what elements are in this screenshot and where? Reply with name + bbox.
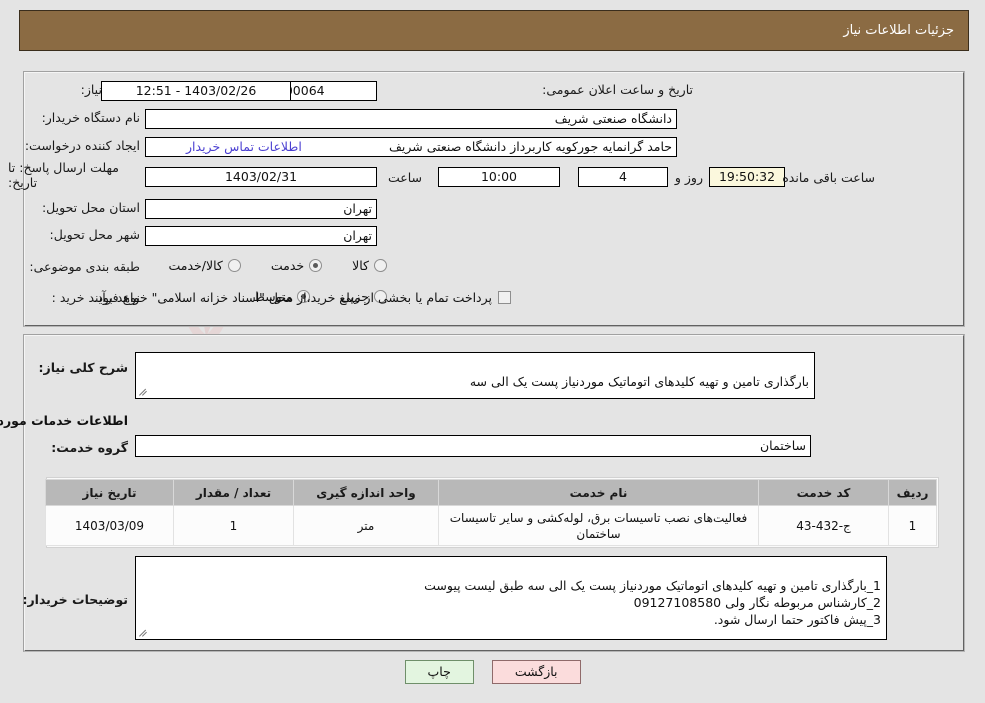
- th-unit: واحد اندازه گیری: [293, 479, 439, 506]
- th-service-name: نام خدمت: [438, 479, 759, 506]
- buyer-org-label: نام دستگاه خریدار:: [41, 110, 140, 125]
- cell-service-name: فعالیت‌های نصب تاسیسات برق، لوله‌کشی و س…: [438, 505, 759, 546]
- action-button-bar: بازگشت چاپ: [0, 660, 985, 684]
- th-quantity: تعداد / مقدار: [173, 479, 294, 506]
- deadline-label: مهلت ارسال پاسخ: تا تاریخ:: [8, 160, 119, 190]
- buyer-notes-value: 1_بارگذاری تامین و تهیه کلیدهای اتوماتیک…: [424, 578, 881, 627]
- radio-icon-category-2[interactable]: [227, 259, 241, 272]
- category-option-1[interactable]: خدمت: [270, 258, 323, 273]
- treasury-note-text: پرداخت تمام یا بخشی از مبلغ خرید،از محل …: [93, 290, 492, 305]
- deadline-days-label: روز و: [674, 170, 703, 185]
- buyer-org-row: نام دستگاه خریدار:: [42, 110, 140, 125]
- th-service-code: کد خدمت: [758, 479, 889, 506]
- category-radio-group: کالا خدمت کالا/خدمت: [168, 258, 387, 273]
- creator-row: ایجاد کننده درخواست:: [25, 138, 140, 153]
- services-table-wrap: ردیف کد خدمت نام خدمت واحد اندازه گیری ت…: [45, 477, 939, 548]
- page-root: AriaTender.net جزئیات اطلاعات نیاز شماره…: [0, 0, 985, 703]
- deadline-row: مهلت ارسال پاسخ: تا تاریخ:: [8, 160, 140, 190]
- general-desc-label: شرح کلی نیاز:: [38, 360, 128, 375]
- announce-datetime-value: 1403/02/26 - 12:51: [101, 81, 291, 101]
- province-row: استان محل تحویل:: [42, 200, 140, 215]
- services-table: ردیف کد خدمت نام خدمت واحد اندازه گیری ت…: [45, 479, 937, 546]
- announce-datetime-label: تاریخ و ساعت اعلان عمومی:: [542, 82, 693, 97]
- province-label: استان محل تحویل:: [41, 200, 140, 215]
- deadline-hour-value: 10:00: [438, 167, 560, 187]
- announce-label-wrap: تاریخ و ساعت اعلان عمومی:: [542, 82, 693, 97]
- category-option-1-label: خدمت: [270, 258, 305, 273]
- deadline-days-value: 4: [578, 167, 668, 187]
- radio-icon-category-0[interactable]: [374, 259, 387, 272]
- category-option-0[interactable]: کالا: [352, 258, 387, 273]
- th-need-date: تاریخ نیاز: [45, 479, 174, 506]
- creator-label: ایجاد کننده درخواست:: [24, 138, 140, 153]
- cell-unit: متر: [293, 505, 439, 546]
- buyer-notes-label: توضیحات خریدار:: [22, 592, 128, 607]
- services-section-title: اطلاعات خدمات مورد نیاز: [0, 413, 128, 428]
- city-value: تهران: [145, 226, 377, 246]
- countdown-timer-value: 19:50:32: [709, 167, 785, 187]
- table-row: 1 ج-432-43 فعالیت‌های نصب تاسیسات برق، ل…: [45, 505, 937, 546]
- general-desc-textarea[interactable]: بارگذاری تامین و تهیه کلیدهای اتوماتیک م…: [135, 352, 815, 399]
- page-title: جزئیات اطلاعات نیاز: [843, 23, 954, 38]
- cell-quantity: 1: [173, 505, 294, 546]
- treasury-checkbox[interactable]: [498, 291, 511, 304]
- treasury-note-row: پرداخت تمام یا بخشی از مبلغ خرید،از محل …: [93, 290, 511, 305]
- deadline-date-value: 1403/02/31: [145, 167, 377, 187]
- radio-icon-category-1[interactable]: [309, 259, 323, 272]
- buyer-org-value: دانشگاه صنعتی شریف: [145, 109, 677, 129]
- category-option-0-label: کالا: [352, 258, 369, 273]
- service-group-value[interactable]: ساختمان: [135, 435, 811, 457]
- countdown-timer-label: ساعت باقی مانده: [782, 170, 875, 185]
- page-header-bar: جزئیات اطلاعات نیاز: [19, 10, 969, 51]
- category-option-2[interactable]: کالا/خدمت: [168, 258, 241, 273]
- city-row: شهر محل تحویل:: [50, 227, 140, 242]
- resize-grip-icon-notes[interactable]: [138, 628, 148, 638]
- general-desc-value: بارگذاری تامین و تهیه کلیدهای اتوماتیک م…: [469, 374, 809, 389]
- category-option-2-label: کالا/خدمت: [168, 258, 223, 273]
- cell-need-date: 1403/03/09: [45, 505, 174, 546]
- back-button[interactable]: بازگشت: [491, 660, 581, 684]
- th-row-no: ردیف: [888, 479, 937, 506]
- category-row: طبقه بندی موضوعی:: [29, 259, 140, 274]
- resize-grip-icon[interactable]: [138, 387, 148, 397]
- category-label: طبقه بندی موضوعی:: [29, 259, 140, 274]
- province-value: تهران: [145, 199, 377, 219]
- cell-row-no: 1: [888, 505, 937, 546]
- print-button[interactable]: چاپ: [404, 660, 474, 684]
- buyer-contact-link[interactable]: اطلاعات تماس خریدار: [186, 139, 302, 154]
- buyer-notes-textarea[interactable]: 1_بارگذاری تامین و تهیه کلیدهای اتوماتیک…: [135, 556, 887, 640]
- service-group-label: گروه خدمت:: [51, 440, 128, 455]
- city-label: شهر محل تحویل:: [49, 227, 140, 242]
- table-header-row: ردیف کد خدمت نام خدمت واحد اندازه گیری ت…: [45, 479, 937, 506]
- deadline-hour-label: ساعت: [387, 170, 422, 185]
- cell-service-code: ج-432-43: [758, 505, 889, 546]
